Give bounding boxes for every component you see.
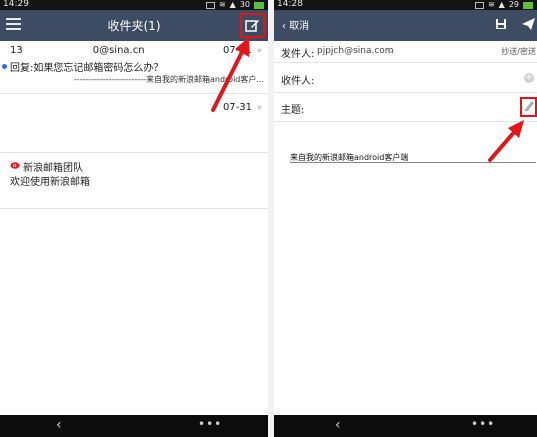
- signal-icon: ▲: [229, 0, 236, 9]
- signal-strength: 29: [508, 0, 519, 9]
- status-bar: 14:29 ≋ ▲ 30: [0, 0, 268, 10]
- from-address: pjpjch@sina.com: [317, 46, 394, 56]
- mail-subject: 欢迎使用新浪邮箱: [10, 177, 90, 188]
- compose-header: ‹ 取消: [274, 10, 537, 41]
- signal-strength: 30: [239, 0, 250, 9]
- status-bar: 14:28 ≋ ▲ 29: [274, 0, 537, 10]
- mail-sender: 13 0@sina.cn: [10, 45, 145, 56]
- mail-subject: 回复:如果您忘记邮箱密码怎么办？: [10, 63, 164, 74]
- nav-menu-button[interactable]: •••: [198, 417, 222, 431]
- nav-back-button[interactable]: ‹: [56, 418, 62, 432]
- weibo-icon: [10, 162, 20, 169]
- annotation-arrow: [211, 37, 249, 112]
- back-chevron-icon: ‹: [282, 21, 286, 32]
- battery-icon: [523, 1, 533, 9]
- nav-back-button[interactable]: ‹: [335, 418, 341, 432]
- unread-dot: [2, 64, 7, 69]
- paperclip-icon: [524, 101, 534, 112]
- page-title: 收件夹(1): [107, 19, 161, 33]
- add-contact-icon[interactable]: +: [524, 73, 534, 83]
- battery-icon: [254, 1, 264, 9]
- cancel-label: 取消: [289, 21, 310, 32]
- navigation-bar: ‹ •••: [274, 415, 537, 437]
- mail-item[interactable]: 新浪邮箱团队 欢迎使用新浪邮箱: [0, 153, 268, 209]
- save-draft-icon[interactable]: [495, 18, 507, 30]
- from-label: 发件人:: [281, 49, 315, 60]
- to-label: 收件人:: [281, 76, 315, 87]
- nav-menu-button[interactable]: •••: [471, 417, 495, 431]
- compose-screen: 14:28 ≋ ▲ 29 ‹ 取消 发件人: pjpjch@sina.com ⌵…: [274, 0, 537, 437]
- navigation-bar: ‹ •••: [0, 415, 268, 437]
- image-notification-icon: [205, 1, 215, 9]
- subject-label: 主题:: [281, 105, 305, 116]
- status-time: 14:29: [3, 0, 29, 9]
- inbox-screen: 14:29 ≋ ▲ 30 收件夹(1) 13 0@sina.cn 07-31 ★…: [0, 0, 268, 437]
- to-field[interactable]: 收件人: +: [274, 63, 537, 93]
- image-notification-icon: [474, 1, 484, 9]
- wifi-icon: ≋: [487, 0, 495, 9]
- compose-icon: [245, 20, 259, 32]
- chevron-down-icon[interactable]: ⌵: [387, 46, 394, 56]
- wifi-icon: ≋: [218, 0, 226, 9]
- signal-icon: ▲: [498, 0, 505, 9]
- status-time: 14:28: [277, 0, 303, 9]
- attachment-button[interactable]: [520, 97, 537, 117]
- mail-sender: 新浪邮箱团队: [23, 163, 83, 174]
- annotation-arrow: [488, 120, 524, 162]
- from-field[interactable]: 发件人: pjpjch@sina.com ⌵ 抄送/密送: [274, 41, 537, 63]
- cc-bcc-link[interactable]: 抄送/密送: [501, 46, 536, 57]
- send-icon[interactable]: [522, 18, 535, 30]
- cancel-button[interactable]: ‹ 取消: [282, 17, 309, 32]
